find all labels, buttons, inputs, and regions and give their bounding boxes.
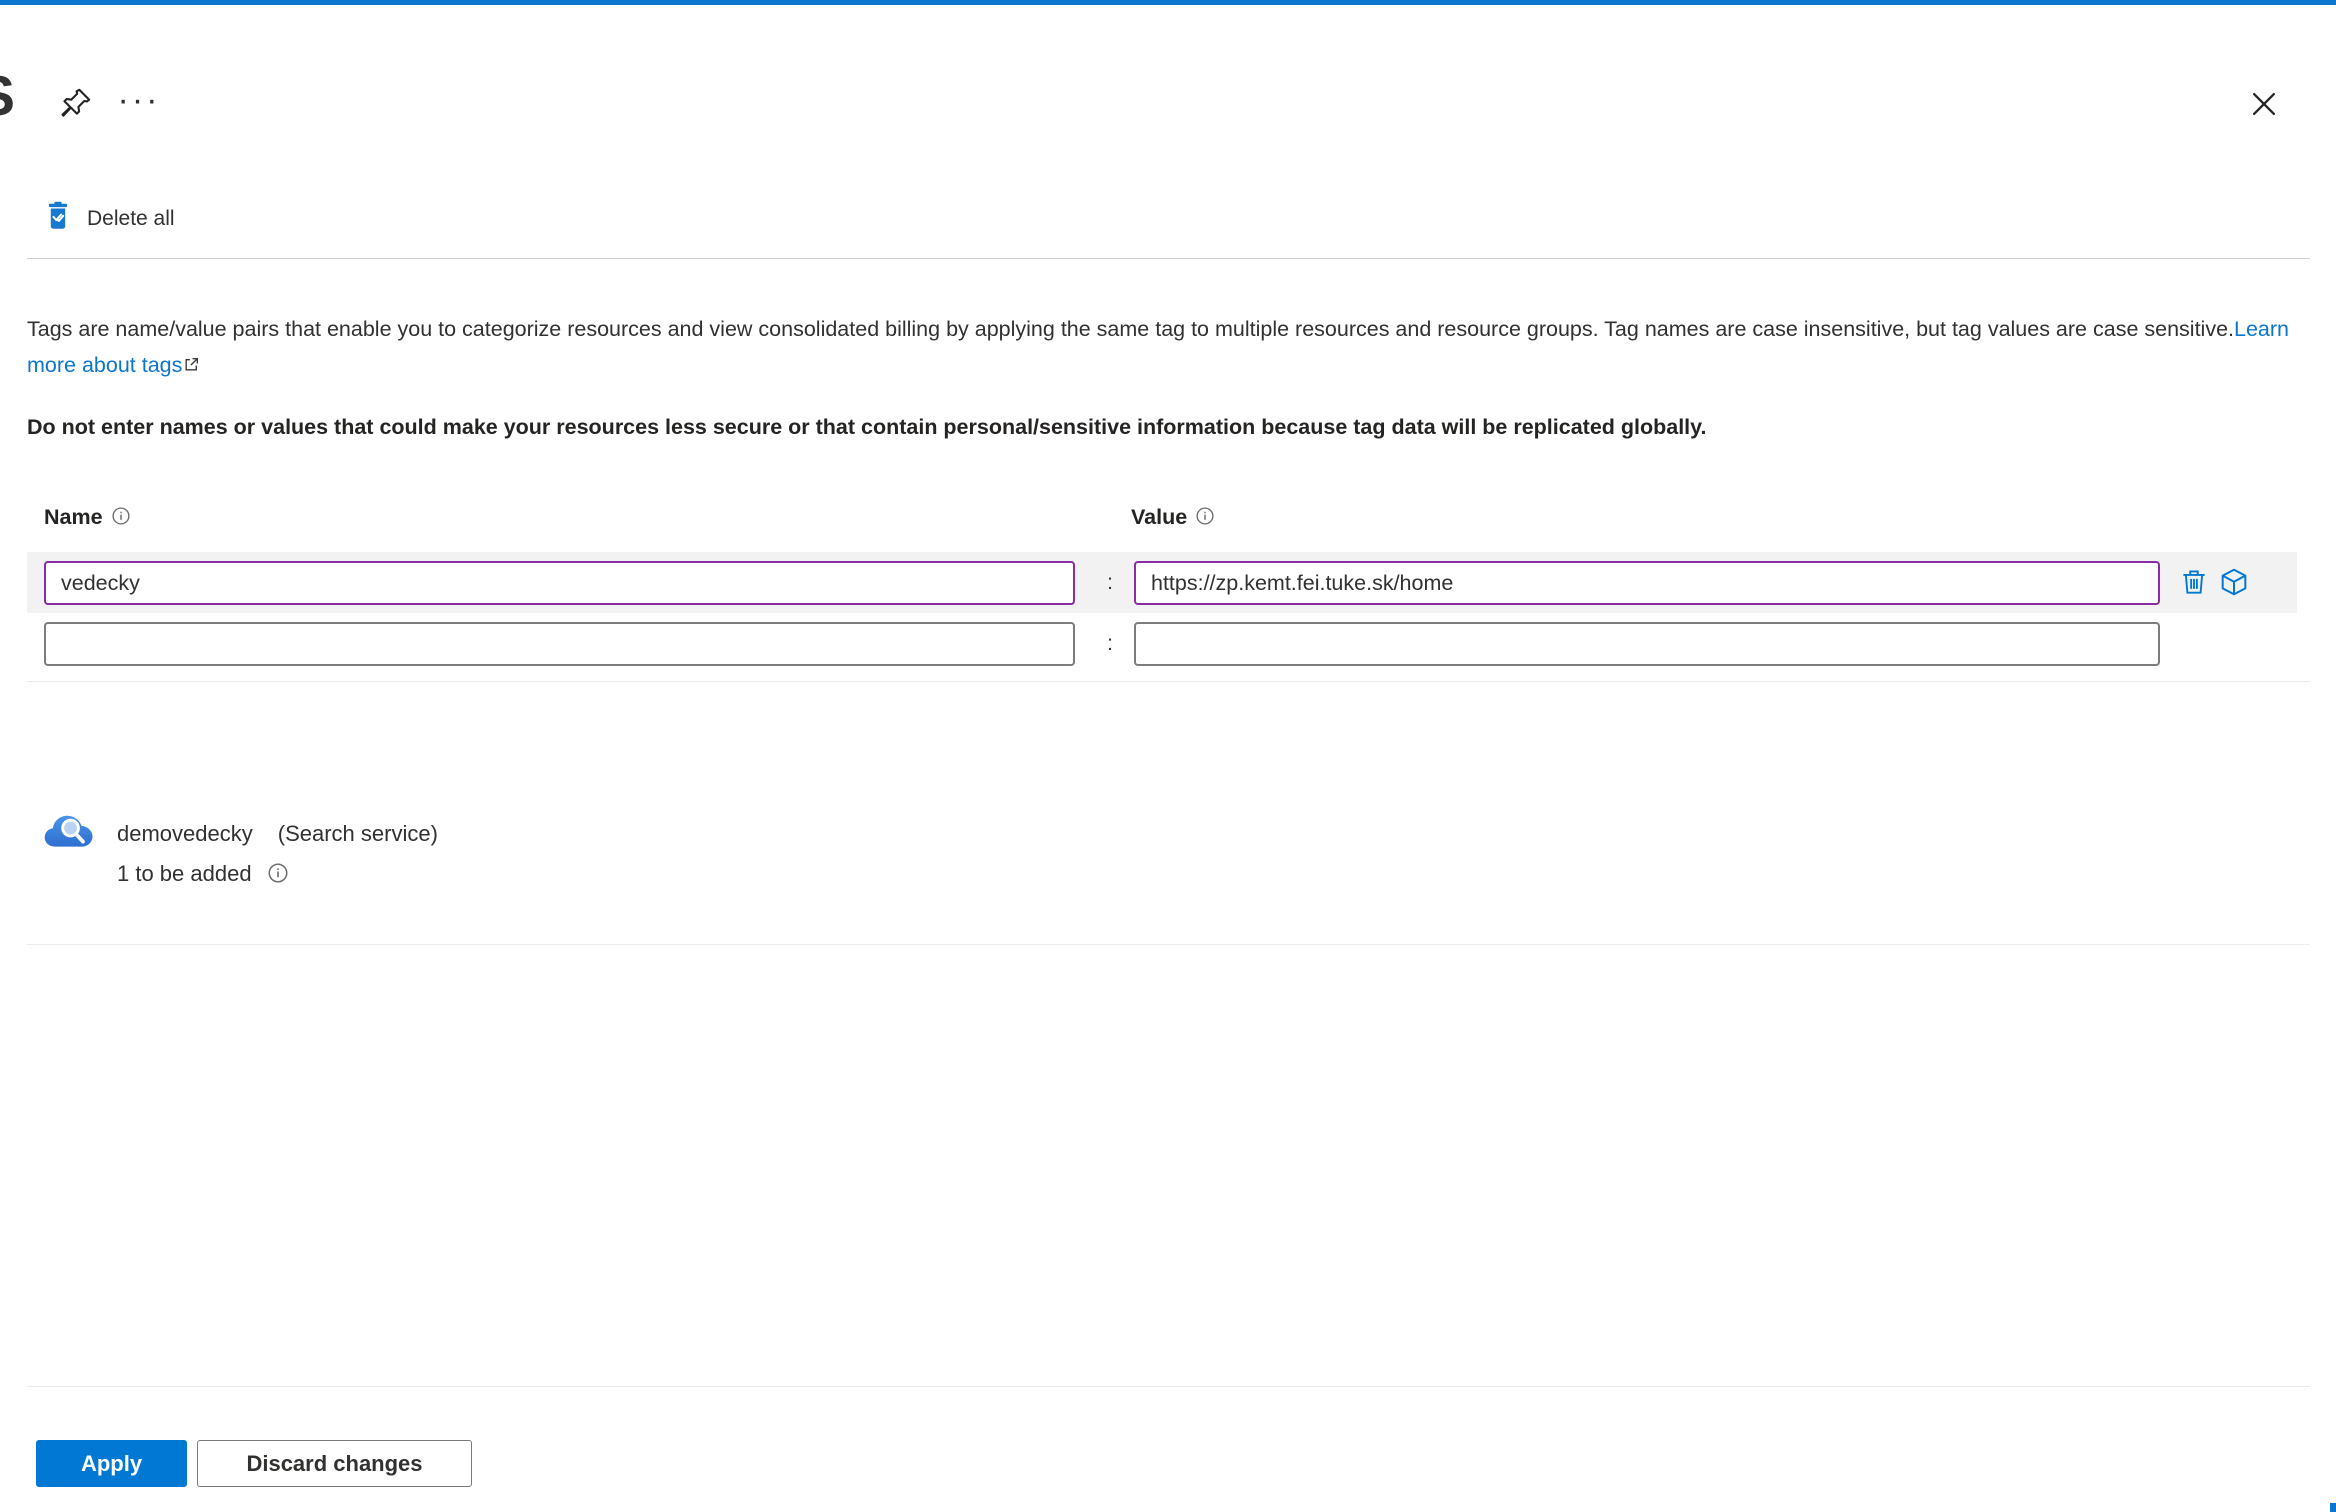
more-button[interactable]: ··· [118,80,160,120]
info-icon [112,507,130,528]
page-title-clipped: S [0,68,15,125]
resource-cube-button[interactable] [2217,566,2251,600]
divider [27,944,2310,945]
security-warning: Do not enter names or values that could … [27,415,1707,439]
resource-type: (Search service) [277,821,438,846]
bottom-accent-sliver [2330,1503,2336,1512]
pin-icon [58,85,94,124]
name-info-button[interactable] [112,507,130,528]
tag-row: : [27,552,2297,613]
name-value-separator: : [1107,631,1113,655]
resource-text: demovedecky (Search service) 1 to be add… [117,808,438,887]
name-header-label: Name [44,505,103,529]
tag-value-input[interactable] [1134,622,2160,666]
delete-all-icon [46,201,70,236]
name-value-separator: : [1107,570,1113,594]
resource-summary: demovedecky (Search service) 1 to be add… [43,808,438,887]
tag-value-input[interactable] [1134,561,2160,605]
value-column-header: Value [1131,505,1214,530]
value-header-label: Value [1131,505,1188,529]
trash-icon [2179,567,2209,600]
name-column-header: Name [44,505,130,530]
value-info-button[interactable] [1196,507,1214,528]
pin-button[interactable] [57,84,95,124]
divider [27,1386,2310,1387]
tags-description-text: Tags are name/value pairs that enable yo… [27,317,2234,341]
discard-changes-button[interactable]: Discard changes [197,1440,472,1487]
delete-all-label: Delete all [87,206,175,230]
divider [27,258,2310,259]
divider [27,681,2310,682]
info-icon [1196,507,1214,528]
external-link-icon [183,348,200,384]
close-icon [2247,87,2281,124]
resource-name: demovedecky [117,821,253,846]
delete-tag-button[interactable] [2177,566,2211,600]
apply-button[interactable]: Apply [36,1440,187,1487]
tags-description: Tags are name/value pairs that enable yo… [27,311,2317,384]
tag-row: : [27,613,2297,674]
top-accent-bar [0,0,2336,5]
search-service-icon [43,808,97,887]
info-icon [268,863,288,886]
resource-tag-status: 1 to be added [117,861,252,886]
close-button[interactable] [2244,86,2284,124]
cube-icon [2218,566,2250,601]
tag-name-input[interactable] [44,622,1075,666]
status-info-button[interactable] [268,863,288,886]
delete-all-button[interactable]: Delete all [46,201,175,236]
tag-name-input[interactable] [44,561,1075,605]
ellipsis-icon: ··· [117,80,161,119]
